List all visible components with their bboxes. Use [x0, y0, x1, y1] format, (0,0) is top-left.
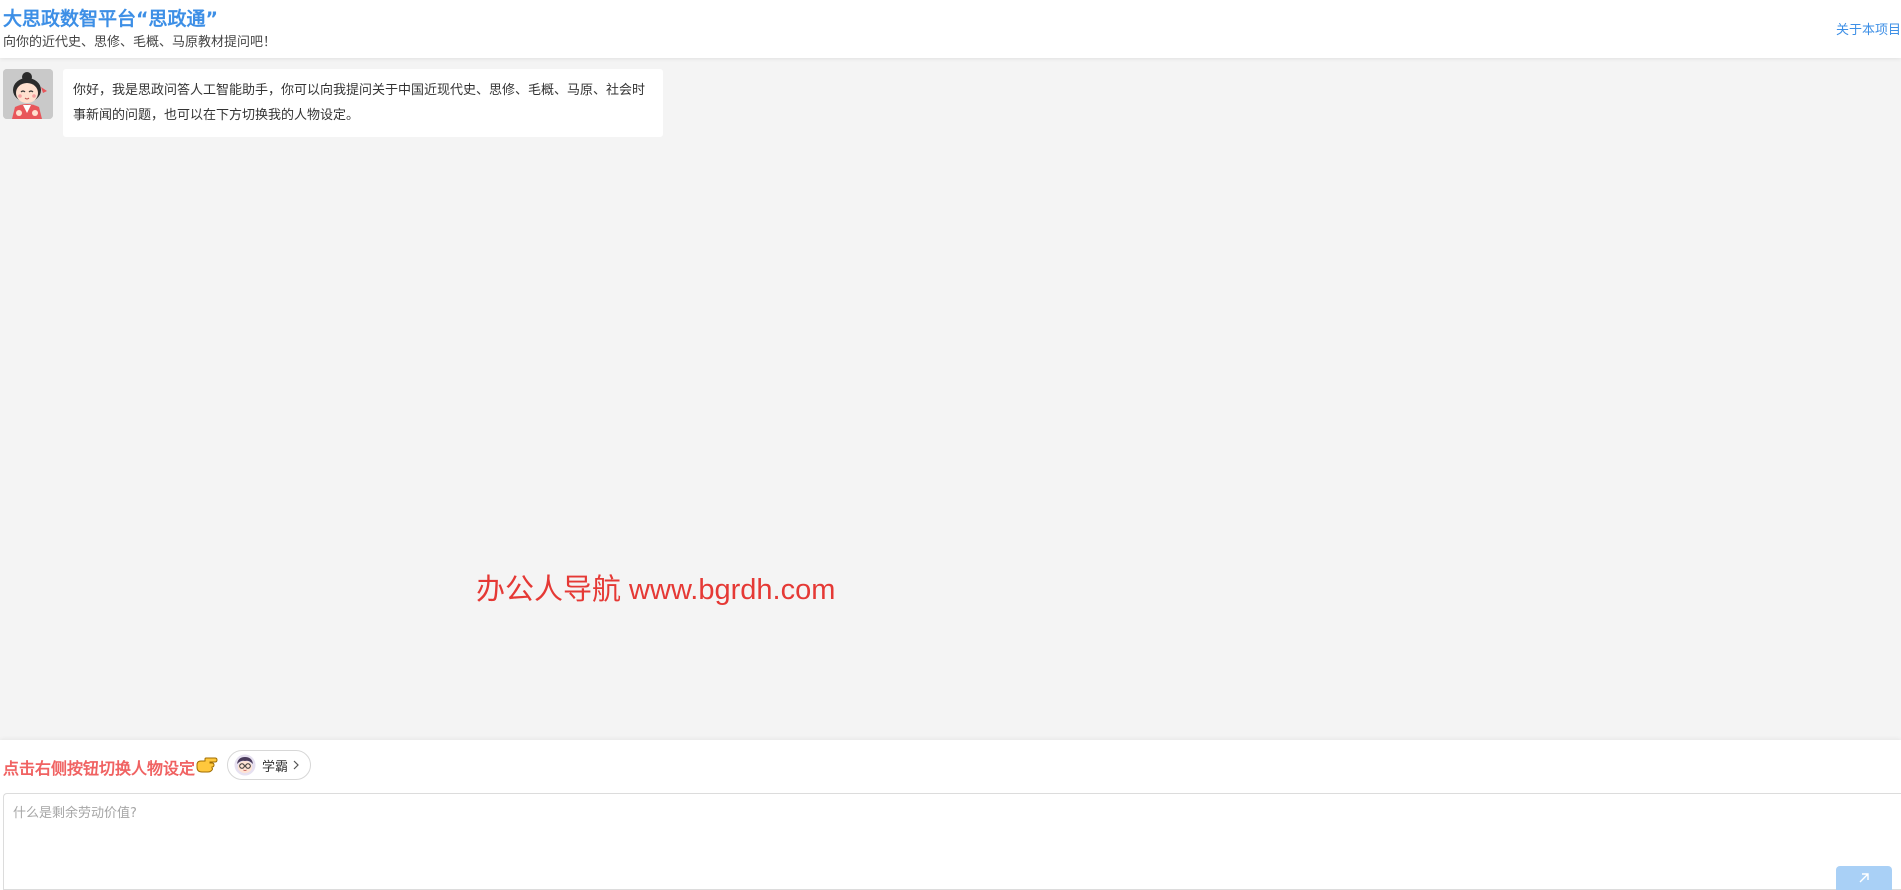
chat-area: 你好，我是思政问答人工智能助手，你可以向我提问关于中国近现代史、思修、毛概、马原… — [0, 58, 1901, 740]
about-project-link[interactable]: 关于本项目 — [1836, 19, 1901, 38]
app-title: 大思政数智平台“思政通” — [3, 8, 218, 30]
question-box — [3, 793, 1901, 890]
pointing-hand-icon — [196, 757, 218, 773]
app-subtitle: 向你的近代史、思修、毛概、马原教材提问吧！ — [3, 35, 277, 50]
send-arrow-icon — [1859, 873, 1869, 883]
send-button[interactable] — [1836, 866, 1892, 890]
top-header: 大思政数智平台“思政通” 向你的近代史、思修、毛概、马原教材提问吧！ 关于本项目 — [0, 0, 1901, 58]
monk-girl-avatar-icon — [3, 69, 53, 119]
app-page: 大思政数智平台“思政通” 向你的近代史、思修、毛概、马原教材提问吧！ 关于本项目 — [0, 0, 1901, 890]
persona-label: 学霸 — [262, 759, 289, 775]
input-panel: 点击右侧按钮切换人物设定 学霸 — [0, 740, 1901, 890]
nerd-avatar-icon — [234, 754, 256, 776]
assistant-avatar — [3, 69, 53, 119]
chevron-right-icon — [293, 760, 299, 770]
persona-switch-button[interactable]: 学霸 — [227, 750, 312, 780]
assistant-message-bubble: 你好，我是思政问答人工智能助手，你可以向我提问关于中国近现代史、思修、毛概、马原… — [63, 69, 663, 137]
persona-switch-hint: 点击右侧按钮切换人物设定 — [3, 759, 196, 778]
watermark-text: 办公人导航 www.bgrdh.com — [476, 574, 836, 606]
question-input[interactable] — [4, 794, 1901, 889]
